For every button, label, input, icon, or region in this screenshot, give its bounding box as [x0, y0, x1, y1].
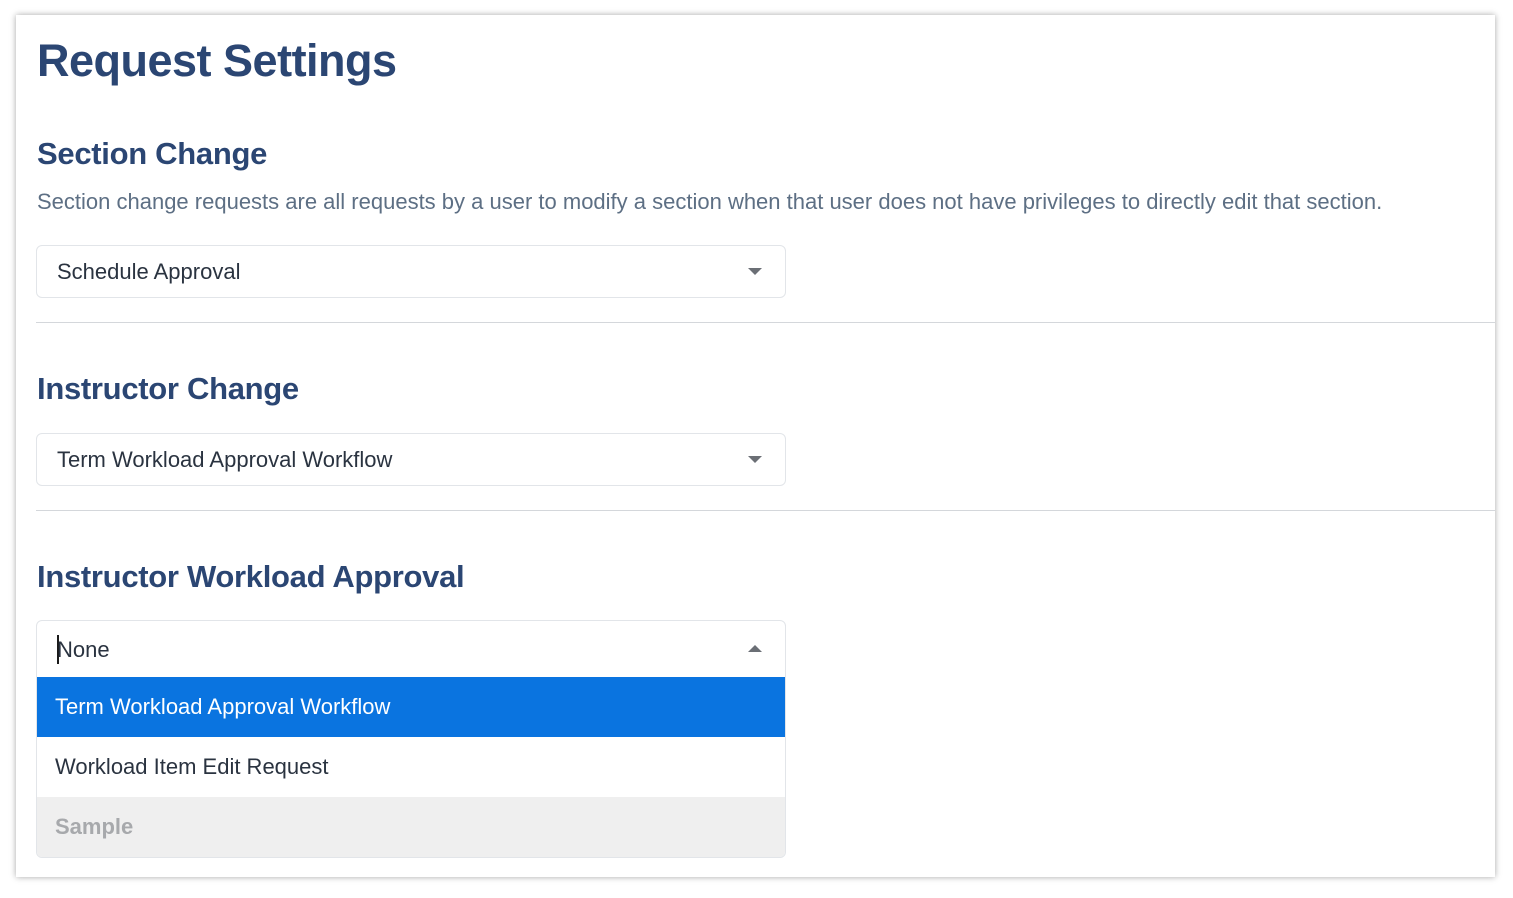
instructor-workload-approval-selected-value: None — [57, 637, 110, 662]
request-settings-panel: Request Settings Section Change Section … — [16, 15, 1495, 877]
instructor-workload-approval-select[interactable]: None Term Workload Approval Workflow Wor… — [36, 620, 786, 858]
section-change-select[interactable]: Schedule Approval — [36, 245, 786, 298]
section-change-selected-value: Schedule Approval — [57, 259, 241, 284]
instructor-change-select[interactable]: Term Workload Approval Workflow — [36, 433, 786, 486]
page-title: Request Settings — [37, 35, 397, 86]
section-divider — [36, 322, 1495, 323]
chevron-down-icon — [748, 456, 762, 463]
dropdown-option-sample: Sample — [37, 797, 785, 857]
section-divider — [36, 510, 1495, 511]
instructor-workload-approval-input[interactable]: None — [37, 621, 785, 677]
section-change-description: Section change requests are all requests… — [37, 189, 1383, 214]
dropdown-option-workload-item-edit-request[interactable]: Workload Item Edit Request — [37, 737, 785, 797]
instructor-change-selected-value: Term Workload Approval Workflow — [57, 447, 393, 472]
chevron-down-icon — [748, 268, 762, 275]
chevron-up-icon[interactable] — [748, 645, 762, 652]
section-change-heading: Section Change — [37, 136, 268, 171]
instructor-change-heading: Instructor Change — [37, 371, 299, 406]
instructor-workload-approval-heading: Instructor Workload Approval — [37, 559, 465, 594]
dropdown-option-term-workload-approval-workflow[interactable]: Term Workload Approval Workflow — [37, 677, 785, 737]
